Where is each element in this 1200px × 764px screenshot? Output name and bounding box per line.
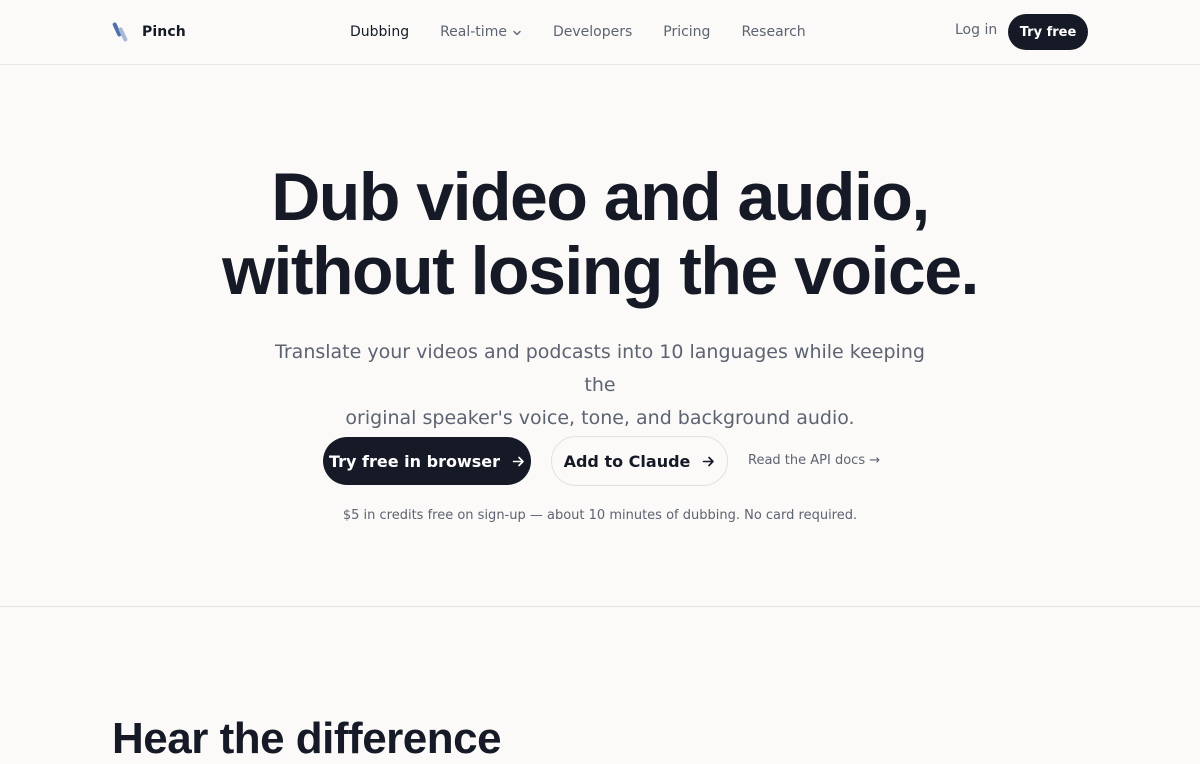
top-nav: Pinch Dubbing Real-time Developers Prici… (0, 0, 1200, 65)
credits-note: $5 in credits free on sign-up — about 10… (342, 508, 858, 523)
nav-link-developers[interactable]: Developers (553, 24, 632, 40)
section-title: Hear the difference (112, 714, 502, 763)
try-free-in-browser-button[interactable]: Try free in browser (323, 437, 531, 485)
hero-title-line: Dub video and audio, (271, 159, 930, 235)
hero-subtitle-line: original speaker's voice, tone, and back… (345, 407, 855, 429)
nav-link-label: Real-time (440, 24, 507, 40)
nav-link-pricing[interactable]: Pricing (663, 24, 710, 40)
try-free-button[interactable]: Try free (1008, 14, 1088, 50)
cta-group: Try free in browser Add to Claude Read t… (0, 436, 1200, 486)
chevron-down-icon (513, 30, 521, 35)
nav-link-research[interactable]: Research (741, 24, 805, 40)
nav-link-label: Pricing (663, 24, 711, 40)
hero-subtitle-line: Translate your videos and podcasts into … (275, 341, 925, 396)
nav-links: Dubbing Real-time Developers Pricing Res… (350, 0, 806, 64)
hero-title: Dub video and audio, without losing the … (0, 160, 1200, 308)
pinch-logo-icon (112, 22, 128, 42)
nav-link-label: Developers (552, 24, 633, 40)
button-label: Add to Claude (563, 451, 691, 471)
arrow-right-icon (512, 456, 524, 466)
login-link[interactable]: Log in (955, 22, 997, 38)
section-divider (0, 606, 1200, 607)
nav-link-real-time[interactable]: Real-time (440, 24, 522, 40)
brand-name: Pinch (142, 24, 186, 40)
nav-link-dubbing[interactable]: Dubbing (350, 24, 409, 40)
arrow-right-icon (703, 456, 715, 466)
add-to-claude-button[interactable]: Add to Claude (551, 436, 728, 486)
hero-subtitle: Translate your videos and podcasts into … (270, 336, 930, 435)
hero-title-line: without losing the voice. (222, 233, 979, 309)
nav-link-label: Dubbing (350, 24, 410, 40)
nav-link-label: Research (741, 24, 806, 40)
button-label: Try free in browser (329, 451, 500, 471)
api-docs-link[interactable]: Read the API docs → (748, 453, 880, 468)
brand[interactable]: Pinch (112, 19, 186, 45)
